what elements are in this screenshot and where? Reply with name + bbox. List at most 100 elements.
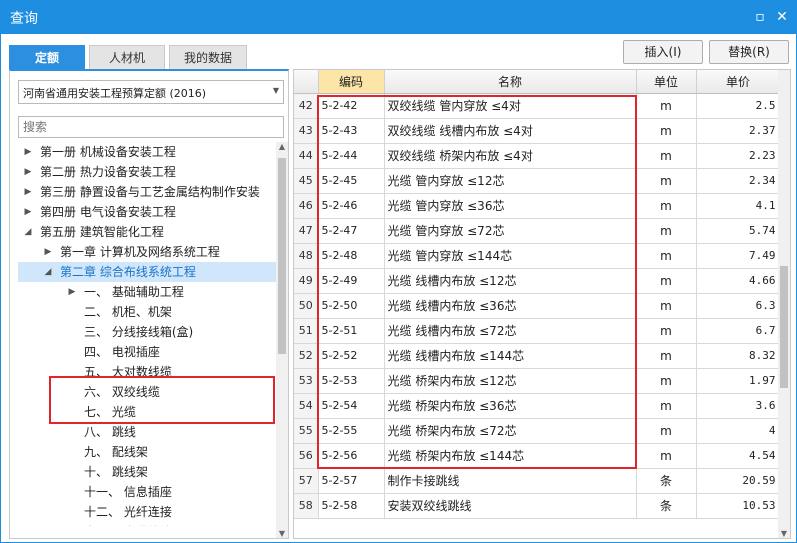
collapsed-arrow-icon[interactable]: ▶ [22, 182, 34, 202]
table-row[interactable]: 48 5-2-48 光缆 管内穿放 ≤144芯 m 7.49 [294, 243, 781, 269]
tree-node[interactable]: 十三、 光缆终端盒 [18, 522, 276, 526]
header-name[interactable]: 名称 [384, 70, 637, 94]
table-row[interactable]: 53 5-2-53 光缆 桥架内布放 ≤12芯 m 1.97 [294, 368, 781, 394]
row-unit: m [636, 143, 697, 169]
row-price: 5.74 [696, 218, 781, 244]
expanded-arrow-icon[interactable]: ◢ [22, 222, 34, 242]
tree-node[interactable]: ▶ 第三册 静置设备与工艺金属结构制作安装 [18, 182, 276, 202]
tab-labor-material[interactable]: 人材机 [89, 45, 165, 69]
tree-scrollbar[interactable]: ▲ ▼ [276, 142, 288, 538]
row-price: 7.49 [696, 243, 781, 269]
tree-node[interactable]: 七、 光缆 [18, 402, 276, 422]
header-price[interactable]: 单价 [696, 70, 781, 94]
collapsed-arrow-icon[interactable]: ▶ [66, 282, 78, 302]
table-row[interactable]: 44 5-2-44 双绞线缆 桥架内布放 ≤4对 m 2.23 [294, 143, 781, 169]
table-scrollbar[interactable]: ▼ [778, 70, 790, 538]
restore-icon[interactable]: ▫ [751, 8, 769, 26]
tree-node[interactable]: ◢ 第二章 综合布线系统工程 [18, 262, 276, 282]
query-dialog: 定额 人材机 我的数据 插入(I) 替换(R) 河南省通用安装工程预算定额 (2… [0, 34, 797, 543]
row-name: 光缆 桥架内布放 ≤36芯 [384, 393, 637, 419]
row-name: 光缆 线槽内布放 ≤72芯 [384, 318, 637, 344]
row-code: 5-2-47 [318, 218, 385, 244]
tree-node[interactable]: ◢ 第五册 建筑智能化工程 [18, 222, 276, 242]
tree-node[interactable]: 九、 配线架 [18, 442, 276, 462]
table-scroll-thumb[interactable] [780, 266, 788, 388]
collapsed-arrow-icon[interactable]: ▶ [22, 142, 34, 162]
row-index: 57 [294, 468, 319, 494]
table-row[interactable]: 56 5-2-56 光缆 桥架内布放 ≤144芯 m 4.54 [294, 443, 781, 469]
table-row[interactable]: 45 5-2-45 光缆 管内穿放 ≤12芯 m 2.34 [294, 168, 781, 194]
tree-node[interactable]: 五、 大对数线缆 [18, 362, 276, 382]
table-row[interactable]: 47 5-2-47 光缆 管内穿放 ≤72芯 m 5.74 [294, 218, 781, 244]
tree-node-label: 七、 光缆 [84, 405, 136, 419]
row-name: 光缆 线槽内布放 ≤144芯 [384, 343, 637, 369]
row-name: 双绞线缆 管内穿放 ≤4对 [384, 93, 637, 119]
tree-node-label: 第二册 热力设备安装工程 [40, 165, 176, 179]
row-code: 5-2-51 [318, 318, 385, 344]
tree-node[interactable]: 三、 分线接线箱(盒) [18, 322, 276, 342]
row-unit: m [636, 118, 697, 144]
table-row[interactable]: 46 5-2-46 光缆 管内穿放 ≤36芯 m 4.1 [294, 193, 781, 219]
row-name: 光缆 管内穿放 ≤72芯 [384, 218, 637, 244]
quota-select-value: 河南省通用安装工程预算定额 (2016) [23, 87, 207, 100]
tree-node-label: 八、 跳线 [84, 425, 136, 439]
tree-node[interactable]: 四、 电视插座 [18, 342, 276, 362]
row-price: 4.1 [696, 193, 781, 219]
row-unit: m [636, 343, 697, 369]
row-index: 46 [294, 193, 319, 219]
tree-node[interactable]: ▶ 一、 基础辅助工程 [18, 282, 276, 302]
table-row[interactable]: 57 5-2-57 制作卡接跳线条 20.59 [294, 468, 781, 494]
tree-node[interactable]: ▶ 第一章 计算机及网络系统工程 [18, 242, 276, 262]
table-row[interactable]: 58 5-2-58 安装双绞线跳线条 10.53 [294, 493, 781, 519]
search-input[interactable] [19, 117, 283, 137]
search-box[interactable] [18, 116, 284, 138]
replace-button[interactable]: 替换(R) [709, 40, 789, 64]
collapsed-arrow-icon[interactable]: ▶ [22, 162, 34, 182]
header-index [294, 70, 319, 94]
row-price: 4.66 [696, 268, 781, 294]
row-code: 5-2-46 [318, 193, 385, 219]
table-row[interactable]: 50 5-2-50 光缆 线槽内布放 ≤36芯 m 6.3 [294, 293, 781, 319]
left-panel: 河南省通用安装工程预算定额 (2016) ▼ ▶ 第一册 机械设备安装工程 ▶ 第二册… [9, 69, 289, 539]
scroll-down-icon[interactable]: ▼ [276, 529, 288, 538]
row-name: 光缆 管内穿放 ≤144芯 [384, 243, 637, 269]
tree-node[interactable]: ▶ 第二册 热力设备安装工程 [18, 162, 276, 182]
header-code[interactable]: 编码 [318, 70, 385, 94]
row-unit: m [636, 93, 697, 119]
close-icon[interactable]: ✕ [773, 8, 791, 26]
header-unit[interactable]: 单位 [636, 70, 697, 94]
table-row[interactable]: 55 5-2-55 光缆 桥架内布放 ≤72芯 m 4 [294, 418, 781, 444]
tree-node[interactable]: 十二、 光纤连接 [18, 502, 276, 522]
table-row[interactable]: 43 5-2-43 双绞线缆 线槽内布放 ≤4对 m 2.37 [294, 118, 781, 144]
row-index: 47 [294, 218, 319, 244]
tab-quota[interactable]: 定额 [9, 45, 85, 69]
row-code: 5-2-55 [318, 418, 385, 444]
tree-node[interactable]: 六、 双绞线缆 [18, 382, 276, 402]
window-title: 查询 [10, 11, 38, 27]
table-row[interactable]: 51 5-2-51 光缆 线槽内布放 ≤72芯 m 6.7 [294, 318, 781, 344]
table-row[interactable]: 54 5-2-54 光缆 桥架内布放 ≤36芯 m 3.6 [294, 393, 781, 419]
tree-node[interactable]: ▶ 第一册 机械设备安装工程 [18, 142, 276, 162]
tree-node[interactable]: 十、 跳线架 [18, 462, 276, 482]
quota-table-panel: 编码 名称 单位 单价 42 5-2-42 双绞线缆 管内穿放 ≤4对 m 2.5 43 5… [293, 69, 791, 539]
table-row[interactable]: 49 5-2-49 光缆 线槽内布放 ≤12芯 m 4.66 [294, 268, 781, 294]
tree-node[interactable]: ▶ 第四册 电气设备安装工程 [18, 202, 276, 222]
tab-my-data[interactable]: 我的数据 [169, 45, 247, 69]
expanded-arrow-icon[interactable]: ◢ [42, 262, 54, 282]
quota-select[interactable]: 河南省通用安装工程预算定额 (2016) ▼ [18, 80, 284, 104]
insert-button[interactable]: 插入(I) [623, 40, 703, 64]
tree-node[interactable]: 十一、 信息插座 [18, 482, 276, 502]
row-unit: m [636, 418, 697, 444]
tree-scroll-thumb[interactable] [278, 158, 286, 354]
scroll-up-icon[interactable]: ▲ [276, 142, 288, 151]
tree-node[interactable]: 二、 机柜、机架 [18, 302, 276, 322]
scroll-down-icon[interactable]: ▼ [778, 529, 790, 538]
tree-node-label: 第五册 建筑智能化工程 [40, 225, 164, 239]
row-code: 5-2-45 [318, 168, 385, 194]
collapsed-arrow-icon[interactable]: ▶ [22, 202, 34, 222]
collapsed-arrow-icon[interactable]: ▶ [42, 242, 54, 262]
chevron-down-icon[interactable]: ▼ [273, 86, 279, 95]
tree-node[interactable]: 八、 跳线 [18, 422, 276, 442]
table-row[interactable]: 52 5-2-52 光缆 线槽内布放 ≤144芯 m 8.32 [294, 343, 781, 369]
table-row[interactable]: 42 5-2-42 双绞线缆 管内穿放 ≤4对 m 2.5 [294, 93, 781, 119]
